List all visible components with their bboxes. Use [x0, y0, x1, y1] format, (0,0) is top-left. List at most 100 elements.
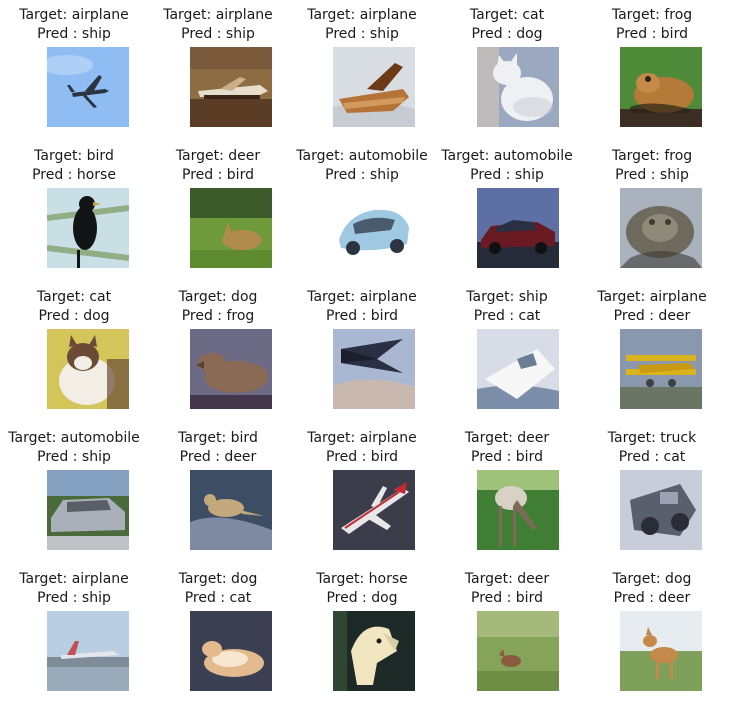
grid-cell: Target: airplane Pred : deer [578, 282, 726, 423]
pred-label: Pred : bird [182, 167, 254, 183]
target-label: Target: ship [466, 289, 548, 305]
target-label: Target: dog [178, 289, 258, 305]
pred-label: Pred : bird [326, 308, 398, 324]
grid-cell: Target: automobile Pred : ship [288, 141, 436, 282]
target-label: Target: airplane [307, 430, 417, 446]
grid-cell: Target: frog Pred : bird [578, 0, 726, 141]
grid-cell: Target: dog Pred : cat [144, 564, 292, 705]
grid-cell: Target: deer Pred : bird [144, 141, 292, 282]
bird-dark-icon [47, 188, 129, 268]
grid-cell: Target: airplane Pred : ship [288, 0, 436, 141]
pred-label: Pred : dog [326, 590, 398, 606]
pred-label: Pred : cat [618, 449, 686, 465]
grid-cell: Target: airplane Pred : ship [144, 0, 292, 141]
grid-cell: Target: dog Pred : frog [144, 282, 292, 423]
grid-cell: Target: cat Pred : dog [433, 0, 581, 141]
target-label: Target: airplane [307, 289, 417, 305]
airplane-runway-icon [47, 611, 129, 691]
automobile-silver-icon [47, 470, 129, 550]
frog-icon [620, 47, 702, 127]
grid-cell: Target: frog Pred : ship [578, 141, 726, 282]
grid-cell: Target: bird Pred : deer [144, 423, 292, 564]
pred-label: Pred : ship [37, 590, 111, 606]
grid-cell: Target: deer Pred : bird [433, 423, 581, 564]
target-label: Target: cat [36, 289, 112, 305]
cat-white-icon [477, 47, 559, 127]
airplane-ground-icon [190, 47, 272, 127]
grid-cell: Target: truck Pred : cat [578, 423, 726, 564]
grid-cell: Target: airplane Pred : bird [288, 282, 436, 423]
deer-grazing-icon [477, 470, 559, 550]
grid-cell: Target: dog Pred : deer [578, 564, 726, 705]
airplane-jet-icon [333, 470, 415, 550]
grid-cell: Target: ship Pred : cat [433, 282, 581, 423]
pred-label: Pred : ship [325, 167, 399, 183]
grid-cell: Target: deer Pred : bird [433, 564, 581, 705]
cat-grass-icon [47, 329, 129, 409]
dog-lying-icon [190, 329, 272, 409]
target-label: Target: dog [178, 571, 258, 587]
airplane-stealth-icon [333, 329, 415, 409]
pred-label: Pred : dog [38, 308, 110, 324]
target-label: Target: truck [607, 430, 697, 446]
target-label: Target: deer [464, 571, 550, 587]
pred-label: Pred : cat [184, 590, 252, 606]
prediction-grid: Target: airplane Pred : ship Target: airp… [0, 0, 740, 720]
horse-head-icon [333, 611, 415, 691]
target-label: Target: automobile [8, 430, 140, 446]
dog-standing-icon [620, 611, 702, 691]
airplane-biplane-icon [620, 329, 702, 409]
pred-label: Pred : dog [471, 26, 543, 42]
pred-label: Pred : deer [613, 590, 691, 606]
frog-rock-icon [620, 188, 702, 268]
grid-cell: Target: bird Pred : horse [0, 141, 148, 282]
target-label: Target: deer [464, 430, 550, 446]
target-label: Target: dog [612, 571, 692, 587]
target-label: Target: airplane [163, 7, 273, 23]
target-label: Target: cat [469, 7, 545, 23]
target-label: Target: bird [34, 148, 114, 164]
target-label: Target: frog [611, 7, 693, 23]
target-label: Target: airplane [19, 7, 129, 23]
automobile-blue-icon [333, 188, 415, 268]
automobile-red-icon [477, 188, 559, 268]
grid-cell: Target: automobile Pred : ship [0, 423, 148, 564]
pred-label: Pred : bird [616, 26, 688, 42]
target-label: Target: airplane [19, 571, 129, 587]
pred-label: Pred : horse [32, 167, 116, 183]
grid-cell: Target: airplane Pred : ship [0, 0, 148, 141]
grid-cell: Target: airplane Pred : ship [0, 564, 148, 705]
target-label: Target: airplane [597, 289, 707, 305]
grid-cell: Target: cat Pred : dog [0, 282, 148, 423]
pred-label: Pred : bird [471, 449, 543, 465]
grid-cell: Target: automobile Pred : ship [433, 141, 581, 282]
pred-label: Pred : cat [473, 308, 541, 324]
target-label: Target: bird [178, 430, 258, 446]
pred-label: Pred : ship [37, 26, 111, 42]
airplane-sky-icon [47, 47, 129, 127]
pred-label: Pred : bird [326, 449, 398, 465]
ship-boat-icon [477, 329, 559, 409]
pred-label: Pred : ship [325, 26, 399, 42]
pred-label: Pred : ship [37, 449, 111, 465]
pred-label: Pred : ship [470, 167, 544, 183]
target-label: Target: frog [611, 148, 693, 164]
pred-label: Pred : deer [179, 449, 257, 465]
pred-label: Pred : deer [613, 308, 691, 324]
target-label: Target: horse [316, 571, 408, 587]
bird-rock-icon [190, 470, 272, 550]
truck-icon [620, 470, 702, 550]
target-label: Target: automobile [441, 148, 573, 164]
pred-label: Pred : frog [181, 308, 255, 324]
deer-grass-icon [190, 188, 272, 268]
dog-light-icon [190, 611, 272, 691]
grid-cell: Target: airplane Pred : bird [288, 423, 436, 564]
pred-label: Pred : ship [181, 26, 255, 42]
target-label: Target: automobile [296, 148, 428, 164]
deer-field-icon [477, 611, 559, 691]
pred-label: Pred : ship [615, 167, 689, 183]
grid-cell: Target: horse Pred : dog [288, 564, 436, 705]
airplane-wood-icon [333, 47, 415, 127]
target-label: Target: deer [175, 148, 261, 164]
target-label: Target: airplane [307, 7, 417, 23]
